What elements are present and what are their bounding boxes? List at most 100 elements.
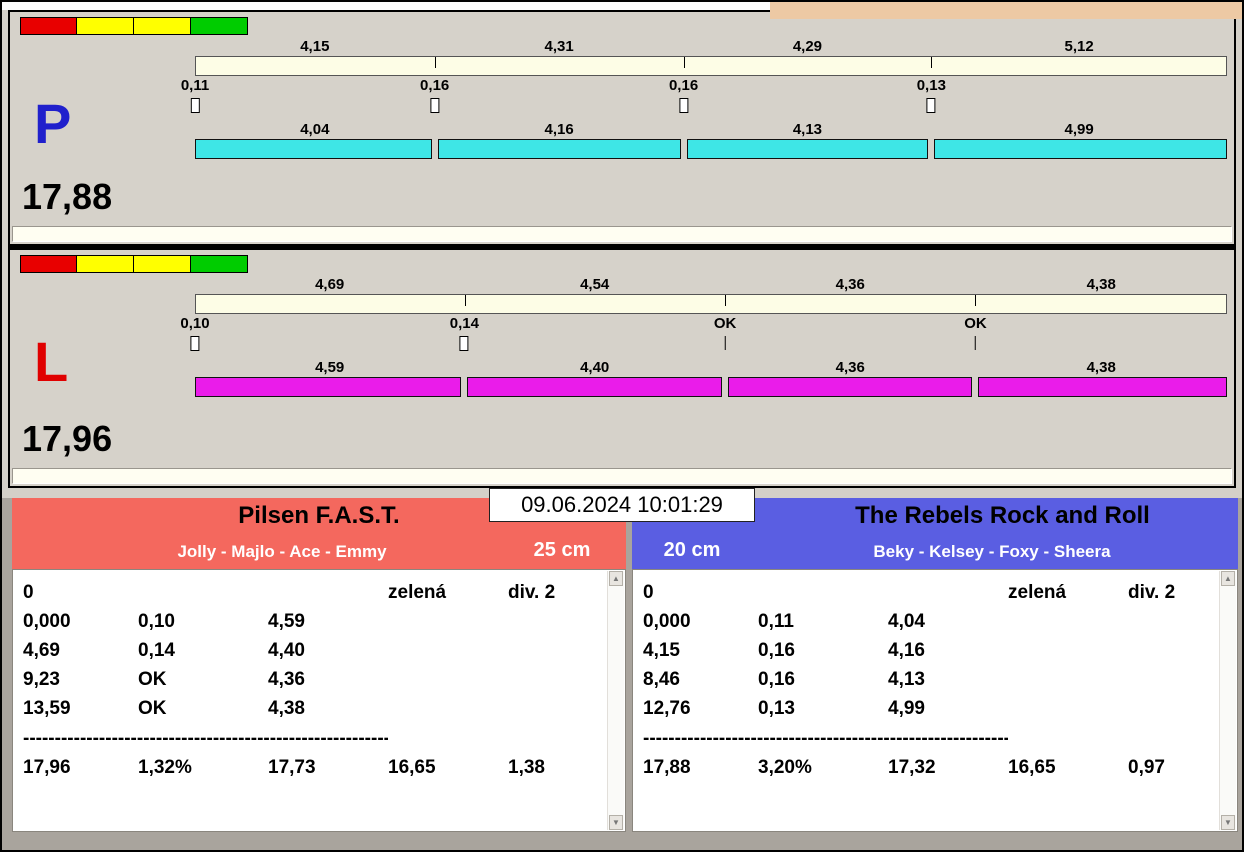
start-light-green-icon (191, 255, 248, 273)
team-panel-right: The Rebels Rock and Roll Beky - Kelsey -… (632, 498, 1238, 832)
crossing-marker-icon (190, 98, 200, 113)
table-cell: 4,99 (888, 698, 925, 719)
start-light-yellow2-icon (134, 17, 191, 35)
split-bar-segment (196, 295, 465, 313)
datetime-display: 09.06.2024 10:01:29 (489, 488, 755, 522)
table-cell: 4,36 (268, 669, 305, 690)
crossing-time: 0,13 (917, 77, 946, 113)
team-dogs: Jolly - Majlo - Ace - Emmy (177, 542, 387, 561)
crossing-time-label: 0,16 (420, 77, 450, 94)
table-cell: 0,14 (138, 640, 175, 661)
crossing-time: 0,16 (420, 77, 449, 113)
table-cell: 4,16 (888, 640, 925, 661)
split-time-label: 4,31 (544, 38, 574, 55)
crossing-time-label: 0,10 (180, 315, 210, 332)
table-row: 4,69 0,14 4,40 (23, 636, 595, 665)
dog-time-label: 4,40 (580, 359, 610, 376)
table-cell: 1,32% (138, 757, 192, 778)
table-cell: 13,59 (23, 698, 71, 719)
table-cell: 4,59 (268, 611, 305, 632)
table-row: 9,23 OK 4,36 (23, 665, 595, 694)
crossing-time-label: 0,11 (180, 77, 210, 94)
table-cell: 4,40 (268, 640, 305, 661)
table-cell (1128, 665, 1207, 694)
table-cell: OK (138, 669, 167, 690)
table-cell: 0 (643, 582, 654, 603)
dog-time-bar (195, 139, 432, 159)
results-rows: 0 zelená div. 2 0,000 0,11 4,04 4,15 0,16 4,16 8,… (633, 570, 1237, 782)
table-cell: 0,16 (758, 669, 795, 690)
lane-status-bar (12, 226, 1232, 242)
table-cell (508, 607, 595, 636)
table-row: 0 zelená div. 2 (643, 578, 1207, 607)
background-window-strip (770, 2, 1242, 19)
split-time-label: 4,15 (300, 38, 330, 55)
split-time-label: 5,12 (1064, 38, 1094, 55)
table-row: 17,96 1,32% 17,73 16,65 1,38 (23, 753, 595, 782)
crossing-marker-icon (926, 98, 936, 113)
split-time-label: 4,36 (835, 276, 865, 293)
dog-time-bar (195, 377, 462, 397)
table-cell (388, 694, 508, 723)
table-cell: 0,16 (758, 640, 795, 661)
scroll-up-icon[interactable]: ▲ (609, 571, 623, 586)
crossing-marker-icon (724, 336, 726, 350)
table-cell: 4,04 (888, 611, 925, 632)
table-cell (388, 607, 508, 636)
table-cell: 17,96 (23, 757, 71, 778)
start-light-yellow1-icon (77, 17, 134, 35)
jump-height-label: 25 cm (533, 539, 591, 561)
table-cell: 0,10 (138, 611, 175, 632)
table-cell: 0 (23, 582, 34, 603)
start-light-red-icon (20, 255, 77, 273)
table-cell: 17,88 (643, 757, 691, 778)
table-cell: 0,13 (758, 698, 795, 719)
scroll-down-icon[interactable]: ▼ (609, 815, 623, 830)
scroll-down-icon[interactable]: ▼ (1221, 815, 1235, 830)
flyball-timing-screen: P 4,15 4,31 4,29 5,12 0,11 0,16 0,16 0,1… (0, 0, 1244, 852)
split-time-label: 4,29 (792, 38, 823, 55)
dog-time-bar (934, 139, 1227, 159)
start-light-yellow2-icon (134, 255, 191, 273)
dog-time-label: 4,16 (544, 121, 574, 138)
table-cell: 8,46 (643, 669, 680, 690)
table-row: 13,59 OK 4,38 (23, 694, 595, 723)
table-cell (1128, 694, 1207, 723)
lane-chart: 4,15 4,31 4,29 5,12 0,11 0,16 0,16 0,13 … (181, 37, 1227, 159)
table-cell: 0,000 (23, 611, 71, 632)
crossing-time: OK (714, 315, 736, 350)
table-cell: 17,32 (888, 757, 936, 778)
table-cell (508, 665, 595, 694)
table-cell: 0,11 (758, 611, 794, 632)
start-lights-indicator (20, 17, 248, 35)
table-cell: 4,69 (23, 640, 60, 661)
dog-time-label: 4,13 (792, 121, 823, 138)
split-bar-segment (974, 295, 1226, 313)
table-cell (508, 636, 595, 665)
crossing-marker-icon (679, 98, 689, 113)
table-cell: div. 2 (508, 582, 556, 603)
crossing-time-label: 0,14 (449, 315, 479, 332)
lane-total-time: 17,88 (22, 176, 113, 217)
table-cell: 17,73 (268, 757, 316, 778)
table-row: 12,76 0,13 4,99 (643, 694, 1207, 723)
split-bar (195, 56, 1227, 76)
start-lights-indicator (20, 255, 248, 273)
table-scrollbar[interactable]: ▲ ▼ (607, 571, 624, 830)
lane-letter: L (34, 330, 69, 393)
dog-time-label: 4,36 (835, 359, 865, 376)
table-cell (1008, 665, 1128, 694)
scroll-up-icon[interactable]: ▲ (1221, 571, 1235, 586)
lanes-container: P 4,15 4,31 4,29 5,12 0,11 0,16 0,16 0,1… (8, 10, 1236, 488)
table-cell (388, 665, 508, 694)
crossing-time: 0,11 (181, 77, 209, 113)
dog-time-bar (686, 139, 929, 159)
table-cell: 4,15 (643, 640, 680, 661)
split-time-label: 4,69 (315, 276, 345, 293)
split-bar-segment (464, 295, 725, 313)
table-cell (1008, 607, 1128, 636)
crossing-time: 0,16 (669, 77, 698, 113)
dog-time-bar (978, 377, 1227, 397)
table-scrollbar[interactable]: ▲ ▼ (1219, 571, 1236, 830)
lane-panel-l: L 4,69 4,54 4,36 4,38 0,10 0,14 OK OK 4,… (10, 250, 1234, 486)
